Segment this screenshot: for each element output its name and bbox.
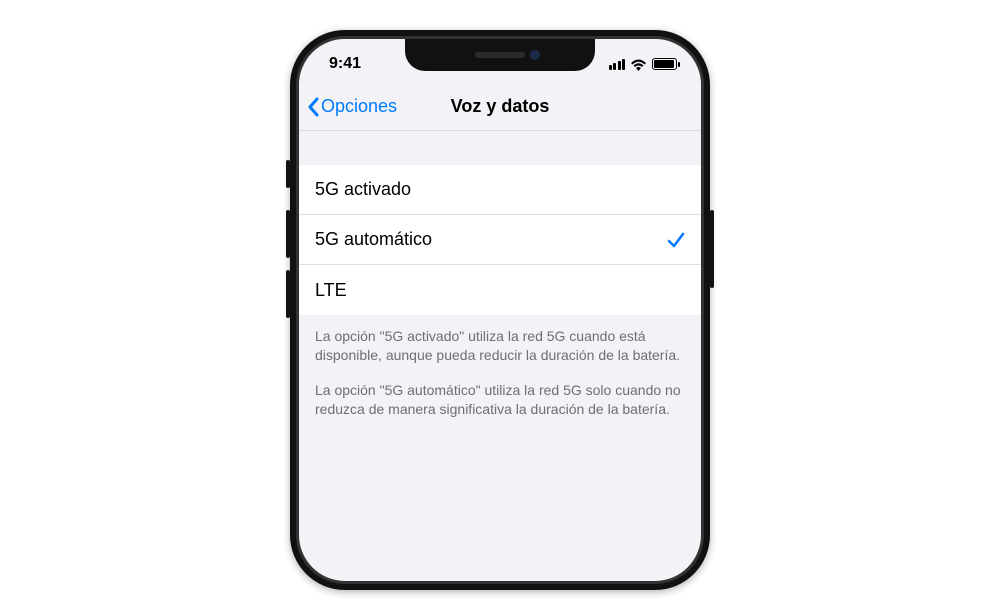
screen: 9:41 Opcion [296,36,704,584]
option-label: 5G activado [315,179,411,200]
option-5g-on[interactable]: 5G activado [299,165,701,215]
battery-icon [652,58,677,70]
phone-frame: 9:41 Opcion [290,30,710,590]
power-button [710,210,714,288]
back-button-label: Opciones [321,96,397,117]
footer-paragraph-2: La opción "5G automático" utiliza la red… [315,381,685,419]
status-time: 9:41 [323,49,361,73]
chevron-left-icon [307,97,319,117]
volume-down-button [286,270,290,318]
front-camera [530,50,540,60]
speaker-grille [475,52,525,58]
footer-paragraph-1: La opción "5G activado" utiliza la red 5… [315,327,685,365]
volume-up-button [286,210,290,258]
voice-data-options: 5G activado 5G automático LTE [299,165,701,315]
cellular-signal-icon [609,59,626,70]
footer-description: La opción "5G activado" utiliza la red 5… [299,315,701,431]
section-spacer [299,131,701,165]
option-label: 5G automático [315,229,432,250]
checkmark-icon [667,231,685,249]
notch [405,39,595,71]
mute-switch [286,160,290,188]
option-5g-auto[interactable]: 5G automático [299,215,701,265]
back-button[interactable]: Opciones [307,96,397,117]
page-title: Voz y datos [451,96,550,117]
wifi-icon [630,58,647,71]
option-label: LTE [315,280,347,301]
option-lte[interactable]: LTE [299,265,701,315]
nav-bar: Opciones Voz y datos [299,83,701,131]
